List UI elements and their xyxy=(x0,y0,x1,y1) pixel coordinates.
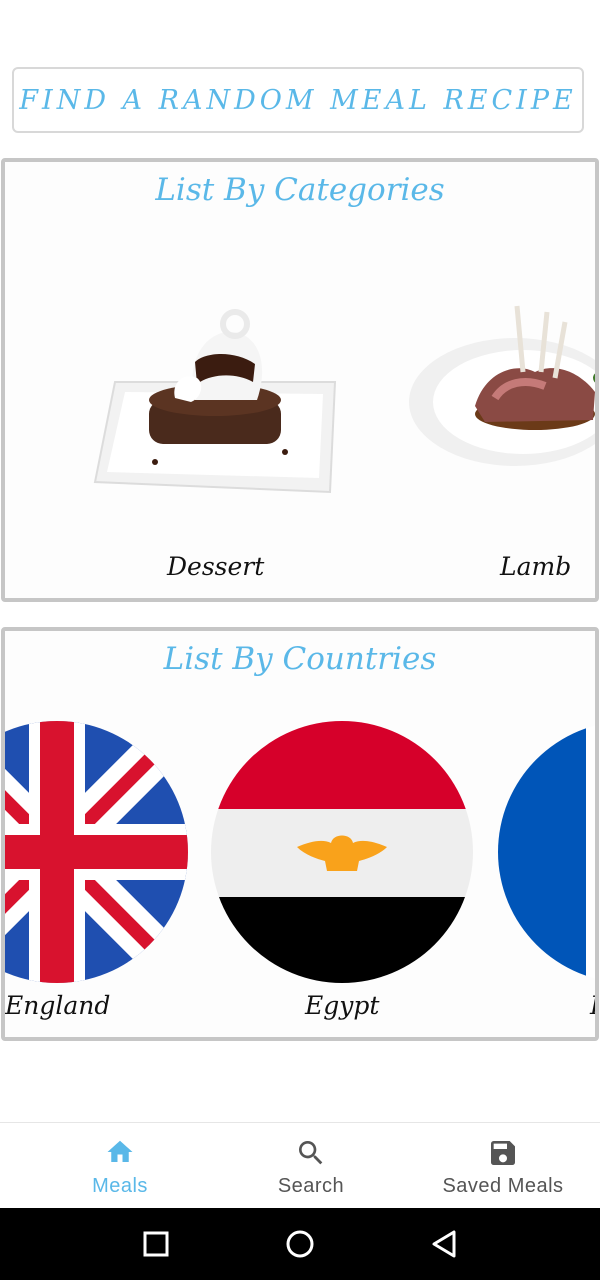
lamb-image xyxy=(409,305,595,466)
nav-meals-label: Meals xyxy=(92,1175,148,1197)
category-label: Lamb xyxy=(500,552,572,581)
nav-search[interactable]: Search xyxy=(211,1123,411,1209)
nav-saved-meals[interactable]: Saved Meals xyxy=(403,1123,600,1209)
categories-card: List By Categories Dessert Lamb xyxy=(1,158,599,602)
countries-card: List By Countries England Egypt xyxy=(1,627,599,1041)
recents-icon[interactable] xyxy=(142,1230,170,1258)
system-navigation-bar xyxy=(0,1208,600,1280)
home-circle-icon[interactable] xyxy=(284,1228,316,1260)
country-item-france[interactable]: F xyxy=(498,721,595,1037)
country-label: F xyxy=(590,991,595,1020)
back-icon[interactable] xyxy=(430,1229,460,1259)
category-item-dessert[interactable]: Dessert xyxy=(85,302,345,598)
egypt-flag-image xyxy=(211,721,473,983)
country-label: Egypt xyxy=(305,991,380,1020)
country-item-egypt[interactable]: Egypt xyxy=(211,721,475,1037)
france-flag-image xyxy=(498,721,595,983)
category-label: Dessert xyxy=(167,552,265,581)
country-item-england[interactable]: England xyxy=(5,721,195,1037)
uk-flag-image xyxy=(5,721,188,983)
nav-search-label: Search xyxy=(277,1175,345,1197)
random-meal-button[interactable]: FIND A RANDOM MEAL RECIPE xyxy=(12,67,584,133)
nav-saved-meals-label: Saved Meals xyxy=(442,1175,564,1197)
save-icon xyxy=(491,1141,515,1165)
category-item-lamb[interactable]: Lamb xyxy=(405,302,595,598)
countries-title: List By Countries xyxy=(163,641,437,677)
nav-meals[interactable]: Meals xyxy=(20,1123,220,1209)
random-meal-button-label: FIND A RANDOM MEAL RECIPE xyxy=(19,84,577,116)
home-icon xyxy=(107,1140,133,1162)
categories-title: List By Categories xyxy=(155,172,445,208)
search-icon xyxy=(299,1141,323,1165)
bottom-navigation: Meals Search Saved Meals xyxy=(0,1122,600,1209)
country-label: England xyxy=(5,991,111,1020)
dessert-image xyxy=(93,309,337,494)
